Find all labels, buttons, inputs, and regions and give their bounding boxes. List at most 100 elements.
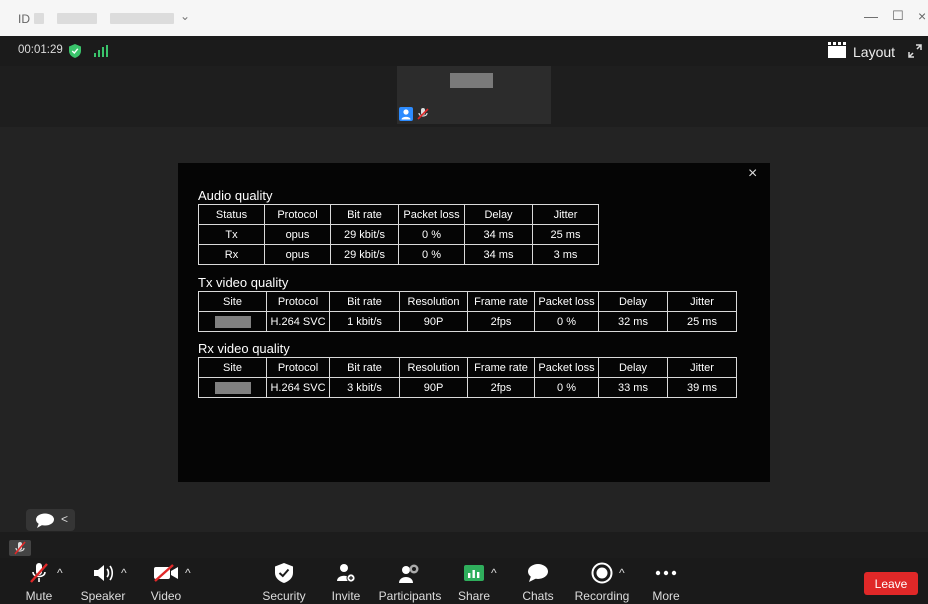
leave-button[interactable]: Leave (864, 572, 918, 595)
more-button[interactable]: More (652, 558, 680, 604)
site-cell (198, 311, 267, 332)
participants-label: Participants (378, 589, 442, 603)
self-mic-status (9, 540, 31, 556)
video-off-icon (150, 563, 182, 583)
title-bar: ID ⌄ — ☐ × (0, 0, 928, 36)
table-cell: 34 ms (464, 224, 533, 245)
table-cell: 33 ms (598, 377, 668, 398)
table-cell: 39 ms (667, 377, 737, 398)
share-options-caret-icon[interactable]: ^ (491, 566, 497, 580)
table-row: Tx opus 29 kbit/s 0 % 34 ms 25 ms (198, 224, 599, 245)
recording-options-caret-icon[interactable]: ^ (619, 566, 625, 580)
header-cell: Packet loss (534, 357, 599, 378)
table-cell: H.264 SVC (266, 311, 330, 332)
meeting-timer: 00:01:29 (18, 44, 63, 56)
speaker-icon (90, 563, 116, 583)
host-person-icon (399, 107, 413, 121)
video-options-caret-icon[interactable]: ^ (185, 566, 191, 580)
meeting-id-redacted (57, 13, 97, 24)
muted-mic-icon (14, 541, 26, 555)
site-name-redacted (214, 381, 251, 394)
invite-button[interactable]: Invite (332, 558, 360, 604)
shield-icon (271, 563, 297, 583)
chat-bubble-icon (525, 563, 551, 583)
layout-button[interactable]: Layout (853, 44, 895, 60)
header-cell: Packet loss (398, 204, 465, 225)
table-cell: 1 kbit/s (329, 311, 400, 332)
table-row: Rx opus 29 kbit/s 0 % 34 ms 3 ms (198, 244, 599, 265)
site-cell (198, 377, 267, 398)
layout-icon[interactable] (828, 42, 846, 63)
table-cell: H.264 SVC (266, 377, 330, 398)
record-icon (589, 562, 615, 584)
video-button[interactable]: Video (150, 558, 182, 604)
header-cell: Protocol (266, 291, 330, 312)
table-cell: opus (264, 244, 331, 265)
rx-video-quality-table: Site Protocol Bit rate Resolution Frame … (198, 357, 737, 398)
meeting-toolbar: Mute ^ Speaker ^ Video ^ Security Invite… (0, 558, 928, 604)
mute-label: Mute (25, 589, 53, 603)
tx-video-quality-table: Site Protocol Bit rate Resolution Frame … (198, 291, 737, 332)
header-cell: Delay (598, 291, 668, 312)
meeting-id-redacted (34, 13, 44, 24)
header-cell: Protocol (266, 357, 330, 378)
close-window-button[interactable]: × (918, 8, 926, 24)
participants-button[interactable]: Participants (379, 558, 441, 604)
site-name-redacted (214, 315, 251, 328)
table-cell: 3 ms (532, 244, 599, 265)
header-cell: Site (198, 357, 267, 378)
table-cell: 90P (399, 311, 468, 332)
participants-icon (397, 563, 423, 583)
table-header-row: Site Protocol Bit rate Resolution Frame … (198, 291, 737, 312)
header-cell: Status (198, 204, 265, 225)
header-cell: Delay (598, 357, 668, 378)
chats-label: Chats (522, 589, 554, 603)
header-cell: Delay (464, 204, 533, 225)
security-label: Security (262, 589, 306, 603)
header-cell: Site (198, 291, 267, 312)
maximize-button[interactable]: ☐ (892, 8, 904, 24)
header-cell: Resolution (399, 291, 468, 312)
table-cell: 25 ms (532, 224, 599, 245)
audio-quality-table: Status Protocol Bit rate Packet loss Del… (198, 204, 599, 265)
minimize-button[interactable]: — (864, 8, 878, 24)
header-cell: Protocol (264, 204, 331, 225)
invite-label: Invite (331, 589, 361, 603)
fullscreen-icon[interactable] (908, 44, 922, 63)
more-label: More (652, 589, 680, 603)
chevron-down-icon[interactable]: ⌄ (180, 9, 190, 23)
security-button[interactable]: Security (262, 558, 306, 604)
table-cell: 29 kbit/s (330, 244, 399, 265)
mute-button[interactable]: Mute (22, 558, 56, 604)
header-cell: Bit rate (330, 204, 399, 225)
speaker-options-caret-icon[interactable]: ^ (121, 566, 127, 580)
header-cell: Jitter (667, 357, 737, 378)
chevron-left-icon: < (61, 512, 69, 526)
recording-button[interactable]: Recording (575, 558, 629, 604)
table-header-row: Status Protocol Bit rate Packet loss Del… (198, 204, 599, 225)
participant-name-redacted (450, 73, 493, 88)
header-cell: Bit rate (329, 357, 400, 378)
mute-options-caret-icon[interactable]: ^ (57, 566, 63, 580)
rx-video-quality-title: Rx video quality (198, 341, 290, 356)
participant-thumbnail[interactable] (397, 66, 551, 124)
header-cell: Jitter (667, 291, 737, 312)
meeting-status-bar: 00:01:29 Layout (0, 36, 928, 66)
encryption-shield-icon[interactable] (69, 44, 81, 63)
table-cell: 0 % (398, 244, 465, 265)
table-row: H.264 SVC 1 kbit/s 90P 2fps 0 % 32 ms 25… (198, 311, 737, 332)
share-screen-icon (461, 563, 487, 583)
table-cell: 0 % (398, 224, 465, 245)
speaker-button[interactable]: Speaker (81, 558, 125, 604)
speaker-label: Speaker (80, 589, 126, 603)
meeting-id-redacted (110, 13, 174, 24)
chat-panel-toggle[interactable]: < (26, 509, 75, 531)
signal-strength-icon[interactable] (94, 44, 108, 62)
header-cell: Frame rate (467, 357, 535, 378)
share-button[interactable]: Share (458, 558, 490, 604)
tx-video-quality-title: Tx video quality (198, 275, 289, 290)
close-dialog-button[interactable]: × (748, 165, 757, 183)
share-label: Share (457, 589, 491, 603)
chats-button[interactable]: Chats (522, 558, 554, 604)
table-cell: 90P (399, 377, 468, 398)
